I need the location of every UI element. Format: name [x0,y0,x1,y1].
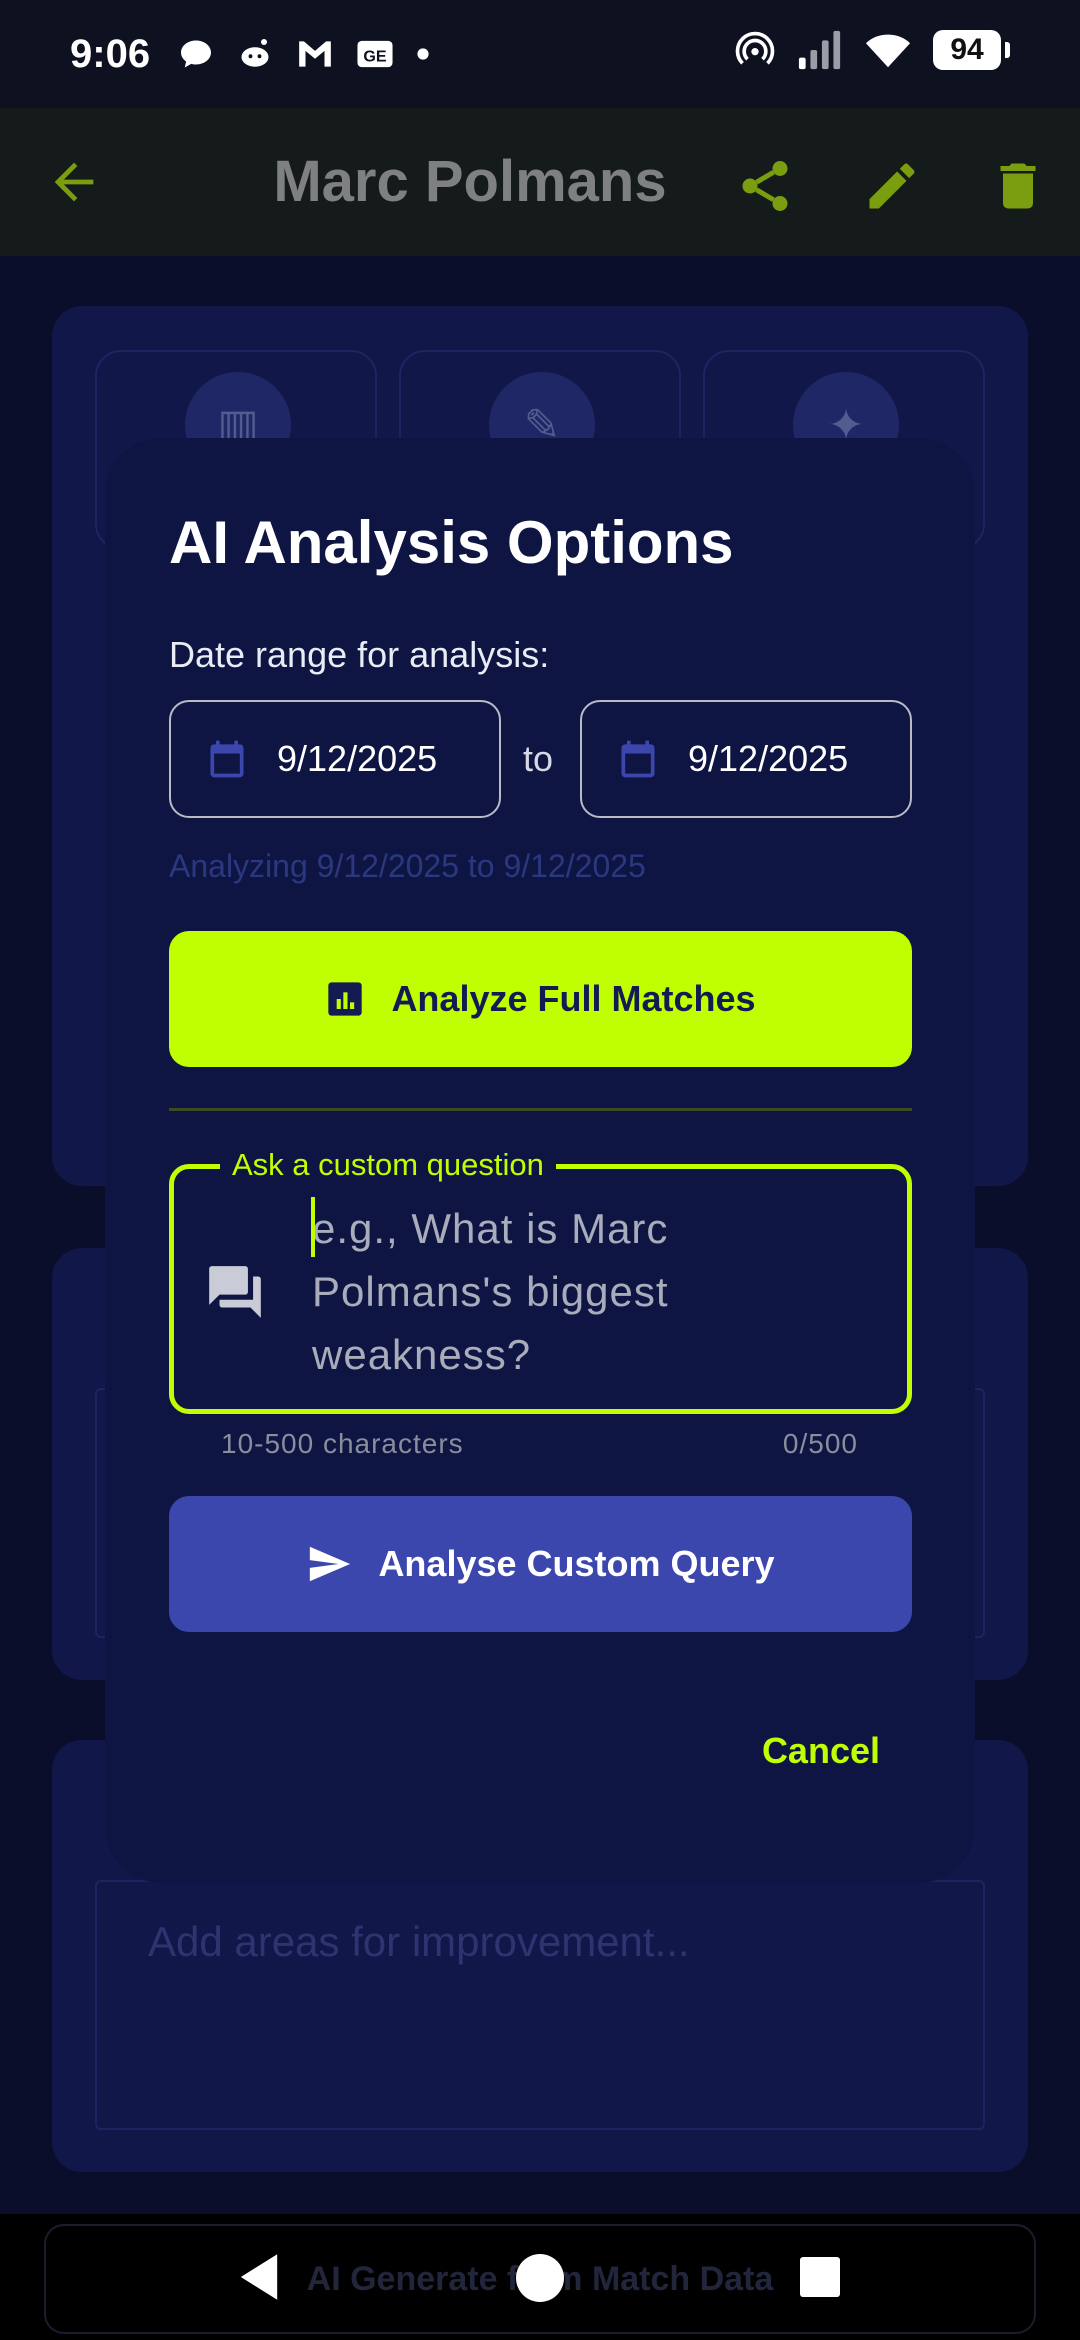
analyze-full-matches-button[interactable]: Analyze Full Matches [169,931,912,1067]
chat-bubble-icon [181,40,212,68]
reddit-icon [241,39,269,67]
gmail-icon [299,41,331,67]
nav-recents-icon[interactable] [800,2257,840,2297]
forum-icon [209,1266,261,1318]
signal-icon [798,30,841,70]
date-to-value: 9/12/2025 [688,738,849,779]
improvements-placeholder: Add areas for improvement... [148,1918,690,1965]
text-cursor [311,1197,315,1257]
delete-icon[interactable] [988,156,1048,216]
battery-icon: 94 [933,30,1001,70]
date-from-value: 9/12/2025 [277,738,438,779]
cancel-button[interactable]: Cancel [762,1730,880,1772]
chart-icon [328,982,363,1016]
ge-icon: GE [357,40,393,68]
wifi-icon [865,34,911,68]
edit-icon[interactable] [862,156,922,216]
date-range-label: Date range for analysis: [169,634,550,675]
status-bar: 9:06 GE 94 [0,0,1080,108]
ai-analysis-dialog: AI Analysis Options Date range for analy… [105,438,975,1883]
character-limit-hint: 10-500 characters [221,1428,464,1459]
character-counter: 0/500 [782,1428,858,1459]
dot-icon [417,48,429,60]
status-time: 9:06 [70,31,151,76]
date-from-field[interactable]: 9/12/2025 [169,700,501,818]
battery-tip [1005,42,1010,58]
date-to-field[interactable]: 9/12/2025 [580,700,912,818]
nav-home-icon[interactable] [516,2254,564,2302]
divider [169,1108,912,1111]
share-icon[interactable] [735,156,795,216]
custom-question-placeholder: e.g., What is Marc Polmans's biggest wea… [312,1205,669,1378]
hotspot-icon [735,31,775,65]
to-label: to [523,738,554,779]
dialog-title: AI Analysis Options [169,509,734,576]
calendar-icon [621,740,655,778]
analyze-button-label: Analyze Full Matches [391,978,756,1019]
svg-text:GE: GE [363,47,386,65]
custom-question-label: Ask a custom question [220,1147,556,1183]
custom-button-label: Analyse Custom Query [378,1543,775,1584]
analyse-custom-query-button[interactable]: Analyse Custom Query [169,1496,912,1632]
notification-icons: GE [178,36,430,72]
status-right: 94 [735,30,1010,70]
nav-back-icon[interactable] [236,2252,282,2302]
app-bar: Marc Polmans [0,108,1080,256]
calendar-icon [210,740,244,778]
send-icon [310,1546,351,1582]
custom-question-input[interactable]: Ask a custom question e.g., What is Marc… [169,1147,912,1414]
range-summary: Analyzing 9/12/2025 to 9/12/2025 [169,848,646,884]
